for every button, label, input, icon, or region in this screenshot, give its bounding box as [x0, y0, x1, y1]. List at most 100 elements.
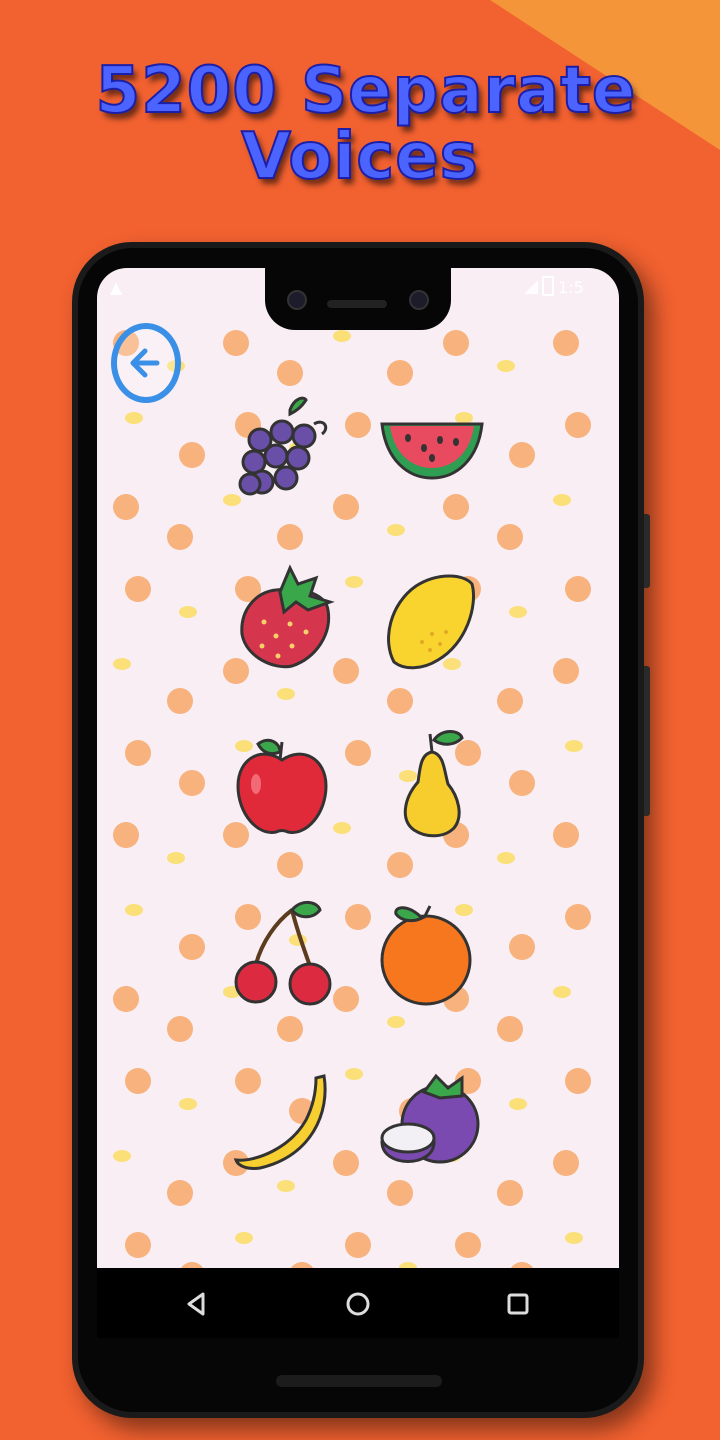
background-pattern-dot: [565, 1232, 583, 1244]
background-pattern-dot: [125, 904, 143, 916]
background-pattern-dot: [179, 442, 205, 468]
background-pattern-dot: [277, 524, 303, 550]
background-pattern-dot: [387, 1016, 405, 1028]
background-pattern-dot: [553, 494, 571, 506]
fruit-orange[interactable]: [378, 900, 478, 1012]
background-pattern-dot: [497, 360, 515, 372]
background-pattern-dot: [345, 1232, 371, 1258]
background-pattern-dot: [497, 1180, 523, 1206]
background-pattern-dot: [125, 576, 151, 602]
background-pattern-dot: [235, 1232, 253, 1244]
background-pattern-dot: [277, 852, 303, 878]
status-icons: 1:5: [524, 276, 584, 297]
promo-title-line2: Voices: [240, 120, 479, 194]
front-camera: [287, 290, 307, 310]
background-pattern-dot: [345, 412, 371, 438]
fruit-cherries[interactable]: [232, 898, 336, 1006]
background-pattern-dot: [497, 1016, 523, 1042]
status-time: 1:5: [558, 278, 584, 297]
earpiece: [327, 300, 387, 308]
power-button: [644, 514, 650, 588]
home-circle-icon[interactable]: [344, 1290, 372, 1318]
background-pattern-dot: [553, 822, 579, 848]
background-pattern-dot: [553, 330, 579, 356]
back-button[interactable]: [111, 323, 181, 403]
back-triangle-icon[interactable]: [183, 1290, 211, 1318]
fruit-grapes[interactable]: [232, 394, 338, 506]
background-pattern-dot: [497, 688, 523, 714]
arrow-left-icon: [130, 348, 160, 378]
background-pattern-dot: [333, 822, 351, 834]
background-pattern-dot: [167, 852, 185, 864]
system-navbar: [97, 1268, 619, 1338]
background-pattern-dot: [113, 494, 139, 520]
background-pattern-dot: [277, 1016, 303, 1042]
fruit-lemon[interactable]: [382, 570, 478, 674]
signal-icon: [524, 280, 538, 294]
background-pattern-dot: [277, 360, 303, 386]
background-pattern-dot: [565, 904, 591, 930]
fruit-strawberry[interactable]: [236, 562, 340, 674]
background-pattern-dot: [167, 688, 193, 714]
background-pattern-dot: [113, 986, 139, 1012]
background-pattern-dot: [387, 1180, 413, 1206]
background-pattern-dot: [179, 606, 197, 618]
background-pattern-dot: [125, 412, 143, 424]
background-pattern-dot: [387, 688, 413, 714]
front-camera-2: [409, 290, 429, 310]
background-pattern-dot: [345, 1068, 363, 1080]
background-pattern-dot: [443, 494, 469, 520]
background-pattern-dot: [553, 986, 571, 998]
background-pattern-dot: [443, 330, 469, 356]
fruit-watermelon[interactable]: [378, 412, 488, 486]
background-pattern-dot: [553, 1150, 579, 1176]
background-pattern-dot: [565, 412, 591, 438]
background-pattern-dot: [113, 658, 131, 670]
background-pattern-dot: [509, 934, 535, 960]
fruit-banana[interactable]: [230, 1072, 330, 1178]
background-pattern-dot: [345, 576, 363, 588]
warning-icon: ▲: [110, 278, 123, 297]
background-pattern-dot: [179, 770, 205, 796]
background-pattern-dot: [455, 1232, 481, 1258]
background-pattern-dot: [125, 740, 151, 766]
background-pattern-dot: [167, 1180, 193, 1206]
fruit-apple[interactable]: [234, 734, 330, 840]
background-pattern-dot: [509, 606, 527, 618]
promo-title-line1: 5200 Separate: [95, 54, 637, 128]
background-pattern-dot: [387, 852, 413, 878]
background-pattern-dot: [387, 524, 405, 536]
background-pattern-dot: [223, 330, 249, 356]
background-pattern-dot: [497, 524, 523, 550]
background-pattern-dot: [553, 658, 579, 684]
promo-title: 5200 Separate Voices: [0, 54, 720, 194]
recents-square-icon[interactable]: [504, 1290, 532, 1318]
background-pattern-dot: [125, 1232, 151, 1258]
volume-button: [644, 666, 650, 816]
background-pattern-dot: [565, 740, 583, 752]
fruit-pear[interactable]: [398, 724, 468, 840]
background-pattern-dot: [509, 1098, 527, 1110]
background-pattern-dot: [125, 1068, 151, 1094]
background-pattern-dot: [277, 1180, 295, 1192]
background-pattern-dot: [333, 330, 351, 342]
background-pattern-dot: [565, 1068, 591, 1094]
background-pattern-dot: [509, 442, 535, 468]
background-pattern-dot: [333, 1150, 359, 1176]
background-pattern-dot: [387, 360, 413, 386]
phone-home-bar: [276, 1375, 442, 1387]
background-pattern-dot: [277, 688, 295, 700]
background-pattern-dot: [179, 934, 205, 960]
app-screen: [97, 268, 619, 1268]
background-pattern-dot: [565, 576, 591, 602]
background-pattern-dot: [167, 524, 193, 550]
background-pattern-dot: [345, 740, 371, 766]
background-pattern-dot: [113, 1150, 131, 1162]
background-pattern-dot: [167, 1016, 193, 1042]
background-pattern-dot: [179, 1098, 197, 1110]
background-pattern-dot: [509, 770, 535, 796]
background-pattern-dot: [345, 904, 371, 930]
fruit-mangosteen[interactable]: [378, 1068, 486, 1180]
battery-icon: [542, 276, 554, 296]
background-pattern-dot: [497, 852, 515, 864]
